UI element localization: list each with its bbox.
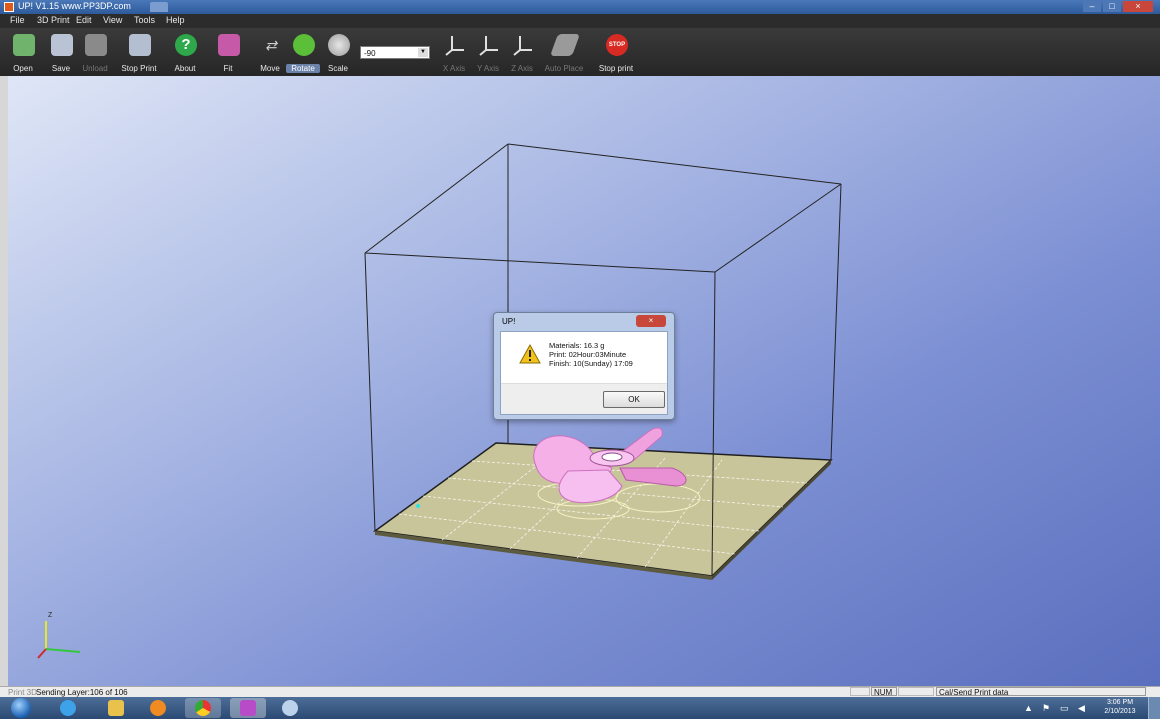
stop-icon: STOP — [606, 34, 628, 56]
left-edge — [0, 76, 8, 686]
chrome-icon — [195, 700, 211, 716]
windows-logo-icon — [11, 698, 31, 718]
auto-place-label: Auto Place — [544, 64, 584, 73]
axis-z-label: Z — [48, 612, 53, 619]
network-icon[interactable]: ▭ — [1060, 703, 1069, 714]
taskbar-ie[interactable] — [50, 698, 86, 718]
explorer-icon — [108, 700, 124, 716]
clock-time: 3:06 PM — [1106, 699, 1134, 706]
taskbar: ▲ ⚑ ▭ ◀ 3:06 PM 2/10/2013 — [0, 697, 1160, 719]
save-icon — [51, 34, 73, 56]
dialog-close-button[interactable]: × — [636, 315, 666, 327]
volume-icon[interactable]: ◀ — [1078, 703, 1085, 714]
dialog-title: UP! — [502, 317, 516, 326]
taskbar-chrome[interactable] — [185, 698, 221, 718]
scale-icon — [328, 34, 350, 56]
flag-icon[interactable]: ⚑ — [1042, 703, 1050, 714]
up-icon — [240, 700, 256, 716]
taskbar-explorer[interactable] — [98, 698, 134, 718]
menu-view[interactable]: View — [103, 15, 122, 25]
warning-icon — [519, 344, 541, 364]
menu-3d-print[interactable]: 3D Print — [37, 15, 70, 25]
menu-tools[interactable]: Tools — [134, 15, 155, 25]
menu-file[interactable]: File — [10, 15, 25, 25]
print-info-dialog: UP! × Materials: 16.3 g Print: 02Hour:03… — [493, 312, 675, 420]
ok-button[interactable]: OK — [603, 391, 665, 408]
chevron-down-icon[interactable]: ▼ — [418, 48, 428, 57]
title-tab — [150, 2, 168, 12]
auto-place-icon — [549, 34, 581, 56]
unload-icon — [85, 34, 107, 56]
start-button[interactable] — [8, 697, 34, 719]
close-button[interactable]: × — [1123, 1, 1153, 12]
rotate-angle-select[interactable]: -90 ▼ — [360, 46, 430, 59]
y-axis-icon — [478, 34, 500, 56]
stop-print-right-label: Stop print — [598, 64, 634, 73]
rotate-icon — [293, 34, 315, 56]
taskbar-paint[interactable] — [272, 698, 308, 718]
status-right-message: Cal/Send Print data — [936, 687, 1146, 697]
clock-date: 2/10/2013 — [1104, 708, 1136, 715]
move-icon: ⇄ — [265, 37, 277, 53]
clock[interactable]: 3:06 PM 2/10/2013 — [1098, 698, 1142, 716]
menu-help[interactable]: Help — [166, 15, 185, 25]
title-bar: UP! V1.15 www.PP3DP.com – □ × — [0, 0, 1160, 14]
show-desktop-button[interactable] — [1148, 697, 1160, 719]
status-num: NUM — [871, 687, 897, 697]
scale-button[interactable]: Scale — [315, 30, 361, 74]
finish-line: Finish: 10(Sunday) 17:09 — [549, 359, 633, 368]
help-icon: ? — [175, 34, 197, 56]
auto-place-button[interactable]: Auto Place — [541, 30, 587, 74]
x-axis-icon — [444, 34, 466, 56]
dialog-body: Materials: 16.3 g Print: 02Hour:03Minute… — [500, 331, 668, 415]
paint-icon — [282, 700, 298, 716]
scale-label: Scale — [327, 64, 348, 73]
materials-line: Materials: 16.3 g — [549, 341, 605, 350]
app-icon — [4, 2, 14, 12]
tray-chevron-icon[interactable]: ▲ — [1024, 703, 1033, 713]
status-empty-box-2 — [898, 687, 934, 696]
origin-marker — [416, 504, 420, 508]
media-player-icon — [150, 700, 166, 716]
toolbar: Open Save Unload Stop Print ? About Fit … — [0, 28, 1160, 76]
maximize-button[interactable]: □ — [1103, 1, 1121, 12]
menu-bar: File 3D Print Edit View Tools Help — [0, 14, 1160, 28]
dialog-footer: OK — [501, 383, 667, 414]
open-icon — [13, 34, 35, 56]
fit-icon — [218, 34, 240, 56]
dialog-message: Materials: 16.3 g Print: 02Hour:03Minute… — [549, 341, 633, 368]
rotate-angle-value: -90 — [364, 49, 376, 58]
printer-icon — [129, 34, 151, 56]
status-empty-box — [850, 687, 870, 696]
axis-indicator — [37, 621, 81, 659]
taskbar-media[interactable] — [140, 698, 176, 718]
menu-edit[interactable]: Edit — [76, 15, 92, 25]
window-title: UP! V1.15 www.PP3DP.com — [18, 1, 131, 11]
ie-icon — [60, 700, 76, 716]
z-axis-icon — [512, 34, 534, 56]
minimize-button[interactable]: – — [1083, 1, 1101, 12]
print-time-line: Print: 02Hour:03Minute — [549, 350, 627, 359]
taskbar-up[interactable] — [230, 698, 266, 718]
stop-print-right-button[interactable]: STOP Stop print — [593, 30, 639, 74]
